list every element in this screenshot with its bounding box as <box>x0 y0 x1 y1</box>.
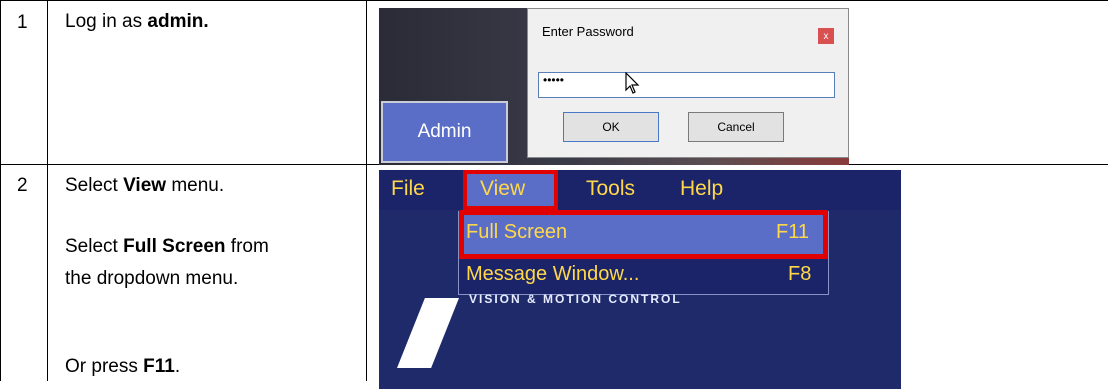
step-number-2: 2 <box>17 175 28 196</box>
menu-item-full-screen[interactable]: Full Screen <box>466 221 567 244</box>
table-top-border <box>0 0 1108 1</box>
logo-mark <box>397 298 459 368</box>
admin-button[interactable]: Admin <box>381 101 508 163</box>
step-1-text: Log in as admin. <box>65 10 209 34</box>
step-number-1: 1 <box>17 12 28 33</box>
col-divider-1 <box>47 0 48 381</box>
step-2-line-2: Select Full Screen from <box>65 236 269 257</box>
logo-text: VISION & MOTION CONTROL <box>469 292 682 306</box>
password-dialog: Enter Password x ••••• OK Cancel <box>527 8 849 158</box>
menu-view[interactable]: View <box>480 177 525 201</box>
step-2-line-3: the dropdown menu. <box>65 268 239 289</box>
menu-bar <box>379 170 901 210</box>
menu-item-message-window[interactable]: Message Window... <box>466 263 639 286</box>
dialog-title: Enter Password <box>542 24 634 39</box>
password-field[interactable]: ••••• <box>538 72 835 98</box>
menu-screenshot: File View Tools Help Full Screen F11 Mes… <box>379 170 901 389</box>
shortcut-f11: F11 <box>776 221 809 243</box>
mouse-cursor-icon <box>625 72 640 94</box>
menu-tools[interactable]: Tools <box>586 177 635 201</box>
shortcut-f8: F8 <box>788 263 812 285</box>
cancel-button[interactable]: Cancel <box>688 112 784 142</box>
step-1-bold: admin. <box>147 11 209 32</box>
menu-help[interactable]: Help <box>680 177 723 201</box>
menu-file[interactable]: File <box>391 177 425 201</box>
table-left-border <box>0 0 1 381</box>
ok-button[interactable]: OK <box>563 112 659 142</box>
close-icon[interactable]: x <box>818 28 834 44</box>
step-1-pre: Log in as <box>65 11 148 32</box>
step-2-line-4: Or press F11. <box>65 356 181 377</box>
col-divider-2 <box>366 0 367 381</box>
step-2-line-1: Select View menu. <box>65 175 225 196</box>
